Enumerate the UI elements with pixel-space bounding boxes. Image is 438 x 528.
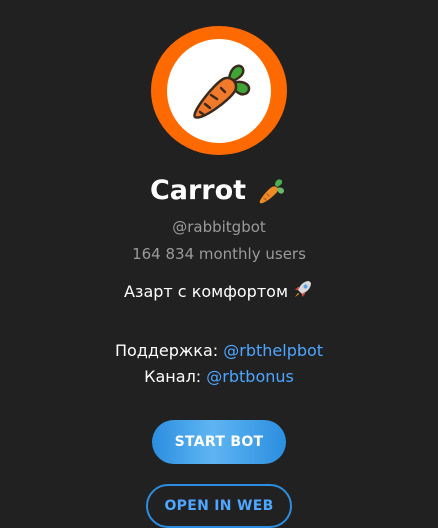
rocket-icon [292, 278, 314, 306]
bot-username: @rabbitgbot [172, 218, 266, 237]
channel-link[interactable]: @rbtbonus [206, 367, 294, 386]
support-link[interactable]: @rbthelpbot [223, 341, 323, 360]
bot-profile: Carrot @rabbitgbot 164 834 monthly users… [0, 0, 438, 528]
carrot-icon [193, 64, 251, 119]
start-bot-button[interactable]: START BOT [152, 420, 286, 464]
bot-name: Carrot [149, 175, 247, 207]
open-in-web-button[interactable]: OPEN IN WEB [146, 484, 292, 528]
title-row: Carrot [150, 173, 288, 209]
monthly-users: 164 834 monthly users [132, 245, 306, 264]
bot-slogan: Азарт с комфортом [124, 278, 314, 306]
carrot-emoji-icon [254, 174, 288, 208]
channel-line: Канал: @rbtbonus [115, 364, 323, 390]
avatar-inner [167, 38, 271, 143]
channel-label: Канал: [144, 367, 202, 387]
support-label: Поддержка: [114, 341, 219, 361]
bot-description: Поддержка: @rbthelpbot Канал: @rbtbonus [115, 338, 323, 390]
bot-avatar [151, 26, 287, 156]
slogan-text: Азарт с комфортом [123, 282, 289, 302]
support-line: Поддержка: @rbthelpbot [115, 338, 323, 364]
